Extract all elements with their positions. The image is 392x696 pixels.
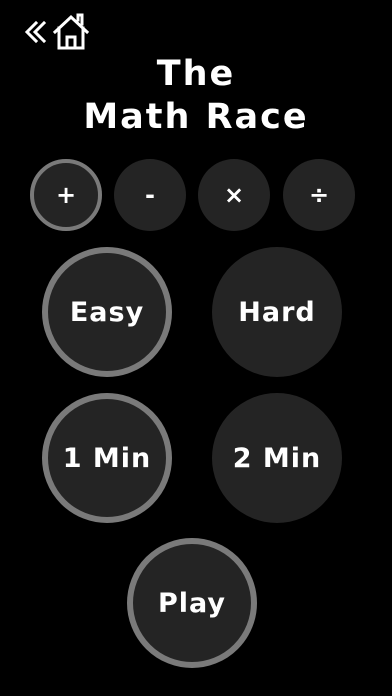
division-button[interactable]: ÷ xyxy=(283,159,355,231)
subtraction-button[interactable]: - xyxy=(114,159,186,231)
title-line-2: Math Race xyxy=(83,97,309,137)
home-icon xyxy=(24,13,90,50)
one-minute-button[interactable]: 1 Min xyxy=(42,393,172,523)
home-button[interactable] xyxy=(22,10,92,56)
multiplication-button[interactable]: × xyxy=(198,159,270,231)
two-minute-button[interactable]: 2 Min xyxy=(212,393,342,523)
title-line-1: The xyxy=(156,54,236,94)
hard-button[interactable]: Hard xyxy=(212,247,342,377)
play-button[interactable]: Play xyxy=(127,538,257,668)
addition-button[interactable]: + xyxy=(30,159,102,231)
easy-button[interactable]: Easy xyxy=(42,247,172,377)
